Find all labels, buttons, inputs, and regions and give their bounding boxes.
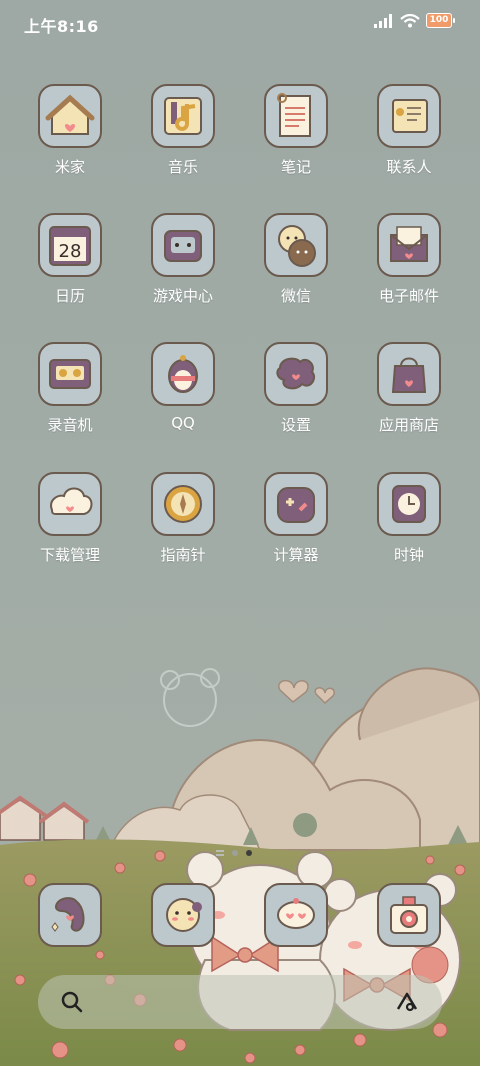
signal-icon <box>374 13 392 28</box>
qq-icon <box>168 355 198 393</box>
app-label: 米家 <box>54 158 85 176</box>
app-qq[interactable]: QQ <box>129 342 241 454</box>
assistant-icon[interactable] <box>394 989 420 1015</box>
app-label: 下载管理 <box>39 546 100 564</box>
app-notes[interactable]: 笔记 <box>242 84 354 196</box>
app-email[interactable]: 电子邮件 <box>355 213 467 325</box>
app-label: 笔记 <box>280 158 311 176</box>
status-bar: 上午8:16 100 <box>0 0 480 46</box>
calendar-icon: 28 <box>49 226 91 266</box>
app-label: 设置 <box>280 416 311 434</box>
app-label: QQ <box>171 414 195 432</box>
game-icon <box>164 230 202 262</box>
app-download-manager[interactable]: 下载管理 <box>16 472 128 584</box>
wechat-icon <box>278 225 316 267</box>
app-label: 录音机 <box>47 416 93 434</box>
wifi-icon <box>400 13 420 27</box>
app-recorder[interactable]: 录音机 <box>16 342 128 454</box>
app-app-store[interactable]: 应用商店 <box>355 342 467 454</box>
app-label: 电子邮件 <box>378 287 439 305</box>
home-icon <box>45 94 95 135</box>
app-contacts[interactable]: 联系人 <box>355 84 467 196</box>
app-label: 指南针 <box>160 546 206 564</box>
camera-icon <box>390 896 428 934</box>
app-calendar[interactable]: 28 日历 <box>16 213 128 325</box>
app-wechat[interactable]: 微信 <box>242 213 354 325</box>
status-time: 上午8:16 <box>24 17 99 36</box>
calendar-day: 28 <box>59 241 82 262</box>
app-label: 微信 <box>280 287 311 305</box>
app-game-center[interactable]: 游戏中心 <box>129 213 241 325</box>
app-label: 计算器 <box>273 546 319 564</box>
recorder-icon <box>49 359 91 389</box>
page-indicator-lines <box>216 850 224 856</box>
app-store-icon <box>391 357 427 393</box>
messages-icon <box>166 898 202 932</box>
compass-icon <box>164 485 202 523</box>
app-compass[interactable]: 指南针 <box>129 472 241 584</box>
settings-icon <box>276 357 316 390</box>
page-indicator[interactable] <box>216 850 252 856</box>
app-calculator[interactable]: 计算器 <box>242 472 354 584</box>
download-icon <box>50 487 93 515</box>
battery-level: 100 <box>429 15 449 25</box>
calculator-icon <box>277 487 315 523</box>
notes-icon <box>277 93 311 137</box>
app-label: 时钟 <box>393 546 424 564</box>
search-bar[interactable] <box>38 975 442 1029</box>
app-settings[interactable]: 设置 <box>242 342 354 454</box>
page-dot-active[interactable] <box>246 850 252 856</box>
chat-bubble-icon <box>277 898 315 929</box>
battery-icon: 100 <box>426 13 455 28</box>
app-clock[interactable]: 时钟 <box>355 472 467 584</box>
contacts-icon <box>392 99 428 133</box>
page-dot[interactable] <box>232 850 238 856</box>
app-label: 日历 <box>54 287 85 305</box>
app-label: 应用商店 <box>378 416 439 434</box>
app-mijia[interactable]: 米家 <box>16 84 128 196</box>
search-icon[interactable] <box>60 990 84 1014</box>
phone-icon <box>51 897 85 932</box>
email-icon <box>390 226 428 262</box>
app-label: 游戏中心 <box>152 287 213 305</box>
music-icon <box>164 97 202 135</box>
app-label: 音乐 <box>167 158 198 176</box>
clock-icon <box>392 485 426 523</box>
app-music[interactable]: 音乐 <box>129 84 241 196</box>
app-label: 联系人 <box>386 158 432 176</box>
